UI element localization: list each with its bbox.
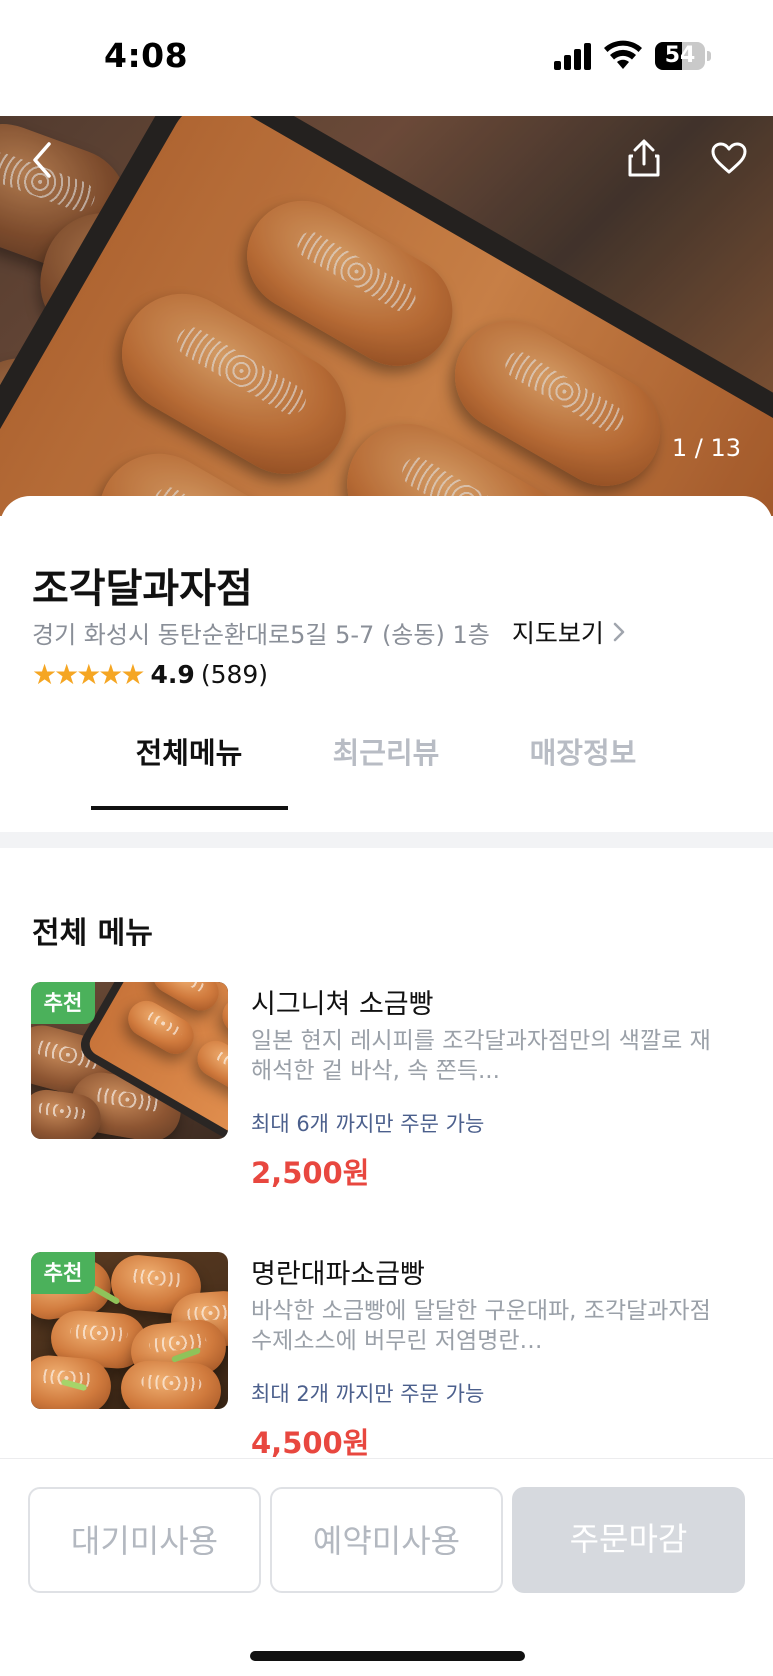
active-tab-indicator <box>91 806 288 810</box>
menu-item-image: 추천 <box>31 1252 228 1409</box>
menu-item-image: 추천 <box>31 982 228 1139</box>
wifi-icon <box>604 40 642 69</box>
tab-bar: 전체메뉴 최근리뷰 매장정보 <box>0 718 773 814</box>
waitlist-button[interactable]: 대기미사용 <box>28 1487 261 1593</box>
store-photo-carousel[interactable]: 1 / 13 <box>0 116 773 516</box>
menu-item-order-limit: 최대 6개 까지만 주문 가능 <box>251 1112 485 1136</box>
favorite-button[interactable] <box>703 132 755 184</box>
star-rating-icon: ★★★★★ <box>32 658 146 691</box>
review-count: (589) <box>200 660 269 689</box>
menu-item-price: 2,500원 <box>251 1156 370 1190</box>
rating-value: 4.9 <box>150 660 195 689</box>
heart-icon <box>711 142 747 174</box>
home-indicator <box>250 1651 525 1661</box>
status-time: 4:08 <box>104 36 189 75</box>
reservation-button[interactable]: 예약미사용 <box>270 1487 503 1593</box>
photo-counter: 1 / 13 <box>671 434 741 462</box>
menu-item-name: 시그니쳐 소금빵 <box>251 989 434 1020</box>
store-address: 경기 화성시 동탄순환대로5길 5-7 (송동) 1층 <box>32 620 490 649</box>
menu-item-name: 명란대파소금빵 <box>251 1259 425 1290</box>
tab-store-info[interactable]: 매장정보 <box>485 718 681 808</box>
store-name: 조각달과자점 <box>32 566 253 612</box>
recommended-badge: 추천 <box>31 982 95 1024</box>
battery-level-text: 54 <box>664 43 696 68</box>
menu-item-mentaiko-scallion-salt-bread[interactable]: 추천 명란대파소금빵 바삭한 소금빵에 달달한 구운대파, 조각달과자점 수제소… <box>0 1252 773 1482</box>
tab-recent-reviews[interactable]: 최근리뷰 <box>288 718 484 808</box>
order-button[interactable]: 주문마감 <box>512 1487 745 1593</box>
recommended-badge: 추천 <box>31 1252 95 1294</box>
menu-item-price: 4,500원 <box>251 1426 370 1460</box>
map-link[interactable]: 지도보기 <box>512 614 628 650</box>
menu-item-description: 일본 현지 레시피를 조각달과자점만의 색깔로 재해석한 겉 바삭, 속 쫀득.… <box>251 1028 711 1084</box>
battery-icon: 54 <box>655 42 711 70</box>
menu-item-order-limit: 최대 2개 까지만 주문 가능 <box>251 1382 485 1406</box>
chevron-right-icon <box>613 622 625 642</box>
share-icon <box>628 139 660 177</box>
menu-item-signature-salt-bread[interactable]: 추천 시그니쳐 소금빵 일본 현지 레시피를 조각달과자점만의 색깔로 재해석한… <box>0 982 773 1212</box>
back-button[interactable] <box>16 134 68 186</box>
menu-section-title: 전체 메뉴 <box>32 916 153 951</box>
cellular-signal-icon <box>554 42 594 70</box>
bottom-action-bar: 대기미사용 예약미사용 주문마감 <box>0 1458 773 1676</box>
rating-row[interactable]: ★★★★★ 4.9 (589) <box>32 658 268 691</box>
section-divider <box>0 832 773 848</box>
status-bar: 4:08 54 <box>0 0 773 116</box>
share-button[interactable] <box>618 132 670 184</box>
tab-all-menu[interactable]: 전체메뉴 <box>91 718 287 808</box>
menu-item-description: 바삭한 소금빵에 달달한 구운대파, 조각달과자점 수제소스에 버무린 저염명란… <box>251 1298 711 1354</box>
map-link-label: 지도보기 <box>511 619 604 648</box>
address-row: 경기 화성시 동탄순환대로5길 5-7 (송동) 1층 지도보기 <box>32 614 628 650</box>
chevron-left-icon <box>33 142 51 178</box>
